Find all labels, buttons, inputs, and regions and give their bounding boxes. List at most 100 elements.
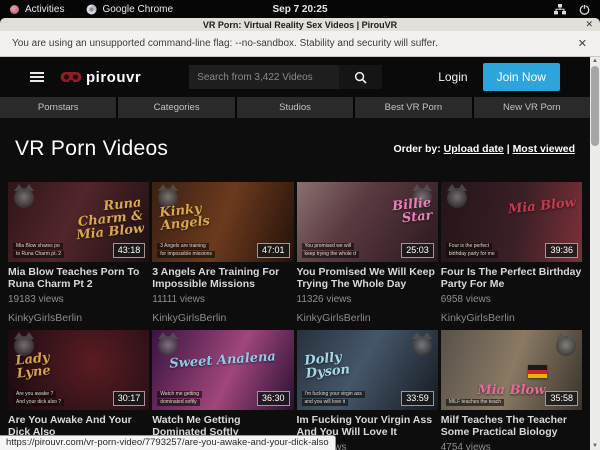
login-link[interactable]: Login [438, 70, 467, 84]
vr-headset-icon [60, 71, 82, 84]
studio-cat-logo-icon [158, 336, 178, 356]
video-views: 11111 views [152, 294, 293, 305]
search-button[interactable] [339, 65, 382, 89]
scrollbar-thumb[interactable] [591, 66, 599, 146]
clock[interactable]: Sep 7 20:25 [0, 4, 600, 15]
video-studio-link[interactable]: KinkyGirlsBerlin [297, 312, 438, 324]
duration-badge: 43:18 [113, 243, 146, 258]
german-flag-icon [528, 365, 547, 378]
video-thumbnail[interactable]: Dolly Dyson I'm fucking your virgin ass … [297, 330, 438, 410]
join-now-button[interactable]: Join Now [483, 63, 560, 91]
thumbnail-captions: Watch me getting dominated softly [157, 391, 202, 406]
thumbnail-overlay-name: Lady Lyne [15, 347, 89, 380]
thumbnail-captions: Four is the perfect birthday party for m… [446, 243, 498, 258]
order-by-label: Order by: [393, 143, 440, 155]
main-nav: Pornstars Categories Studios Best VR Por… [0, 97, 590, 118]
duration-badge: 36:30 [257, 391, 290, 406]
order-by: Order by: Upload date | Most viewed [393, 143, 575, 155]
video-views: 11326 views [297, 294, 438, 305]
duration-badge: 30:17 [113, 391, 146, 406]
site-header: pirouvr Login Join Now [0, 57, 590, 97]
browser-tab-bar: VR Porn: Virtual Reality Sex Videos | Pi… [0, 18, 600, 31]
video-title-link[interactable]: You Promised We Will Keep Trying The Who… [297, 266, 438, 290]
gnome-top-bar: Activities Google Chrome Sep 7 20:25 [0, 0, 600, 18]
title-row: VR Porn Videos Order by: Upload date | M… [0, 118, 590, 180]
infobar-close-icon[interactable]: ✕ [578, 37, 600, 50]
thumbnail-captions: MILF teaches the teach [446, 399, 504, 406]
page-scrollbar[interactable]: ▲ ▼ [590, 57, 600, 450]
thumbnail-overlay-name: Runa Charm & Mia Blow [69, 196, 145, 242]
order-link-most-viewed[interactable]: Most viewed [513, 143, 575, 155]
chrome-infobar: You are using an unsupported command-lin… [0, 31, 600, 57]
duration-badge: 35:58 [545, 391, 578, 406]
scroll-down-icon[interactable]: ▼ [592, 442, 598, 450]
search-icon [354, 71, 367, 84]
search-input[interactable] [189, 65, 339, 89]
video-thumbnail[interactable]: Lady Lyne Are you awake ? And your dick … [8, 330, 149, 410]
link-status-bar: https://pirouvr.com/vr-porn-video/779325… [0, 435, 336, 450]
duration-badge: 39:36 [545, 243, 578, 258]
nav-item-best-vr-porn[interactable]: Best VR Porn [355, 97, 471, 118]
site-logo[interactable]: pirouvr [60, 69, 141, 86]
thumbnail-captions: I'm fucking your virgin ass and you will… [302, 391, 365, 406]
video-thumbnail[interactable]: Kinky Angels 3 Angels are training for i… [152, 182, 293, 262]
studio-cat-logo-icon [412, 336, 432, 356]
video-thumbnail[interactable]: Sweet Analena Watch me getting dominated… [152, 330, 293, 410]
thumbnail-overlay-name: Billie Star [359, 196, 433, 229]
scroll-up-icon[interactable]: ▲ [592, 57, 598, 65]
video-views: 19183 views [8, 294, 149, 305]
video-views: 4754 views [441, 442, 582, 450]
video-title-link[interactable]: Milf Teaches The Teacher Some Practical … [441, 414, 582, 438]
order-separator: | [507, 143, 510, 155]
infobar-message: You are using an unsupported command-lin… [0, 38, 438, 49]
video-grid: Runa Charm & Mia Blow Mia Blow shares po… [0, 180, 590, 450]
logo-text: pirouvr [86, 69, 141, 86]
nav-item-new-vr-porn[interactable]: New VR Porn [474, 97, 590, 118]
nav-item-studios[interactable]: Studios [237, 97, 353, 118]
nav-item-pornstars[interactable]: Pornstars [0, 97, 116, 118]
video-thumbnail[interactable]: Runa Charm & Mia Blow Mia Blow shares po… [8, 182, 149, 262]
video-card: Kinky Angels 3 Angels are training for i… [152, 182, 293, 324]
thumbnail-captions: You promised we will keep trying the who… [302, 243, 359, 258]
thumbnail-captions: Are you awake ? And your dick also ? [13, 391, 64, 406]
video-studio-link[interactable]: KinkyGirlsBerlin [8, 312, 149, 324]
order-link-upload-date[interactable]: Upload date [444, 143, 504, 155]
video-views: 6958 views [441, 294, 582, 305]
tab-title: VR Porn: Virtual Reality Sex Videos | Pi… [0, 20, 600, 30]
page-viewport: pirouvr Login Join Now Pornstars Categor… [0, 57, 590, 450]
desktop-screen: Activities Google Chrome Sep 7 20:25 [0, 0, 600, 450]
duration-badge: 25:03 [401, 243, 434, 258]
thumbnail-overlay-name: Mia Blow [504, 196, 577, 216]
video-thumbnail[interactable]: Mia Blow MILF teaches the teach 35:58 [441, 330, 582, 410]
hamburger-menu-icon[interactable] [30, 70, 44, 84]
video-card: Runa Charm & Mia Blow Mia Blow shares po… [8, 182, 149, 324]
video-card: Billie Star You promised we will keep tr… [297, 182, 438, 324]
video-thumbnail[interactable]: Billie Star You promised we will keep tr… [297, 182, 438, 262]
video-card: Mia Blow Four is the perfect birthday pa… [441, 182, 582, 324]
tab-close-icon[interactable]: ✕ [585, 19, 600, 30]
nav-item-categories[interactable]: Categories [118, 97, 234, 118]
page-title: VR Porn Videos [15, 137, 168, 161]
video-card: Mia Blow MILF teaches the teach 35:58 Mi… [441, 330, 582, 450]
video-title-link[interactable]: Mia Blow Teaches Porn To Runa Charm Pt 2 [8, 266, 149, 290]
studio-cat-logo-icon [14, 188, 34, 208]
video-card: Dolly Dyson I'm fucking your virgin ass … [297, 330, 438, 450]
duration-badge: 33:59 [401, 391, 434, 406]
video-card: Lady Lyne Are you awake ? And your dick … [8, 330, 149, 450]
thumbnail-captions: 3 Angels are training for impossible mis… [157, 243, 215, 258]
video-title-link[interactable]: 3 Angels Are Training For Impossible Mis… [152, 266, 293, 290]
studio-cat-logo-icon [556, 336, 576, 356]
video-card: Sweet Analena Watch me getting dominated… [152, 330, 293, 450]
power-icon[interactable] [579, 4, 590, 15]
thumbnail-overlay-name: Kinky Angels [159, 199, 233, 232]
network-icon[interactable] [554, 4, 566, 15]
duration-badge: 47:01 [257, 243, 290, 258]
video-thumbnail[interactable]: Mia Blow Four is the perfect birthday pa… [441, 182, 582, 262]
thumbnail-captions: Mia Blow shares po to Runa Charm pt. 2 [13, 243, 64, 258]
video-title-link[interactable]: Four Is The Perfect Birthday Party For M… [441, 266, 582, 290]
search-group [189, 65, 382, 89]
video-studio-link[interactable]: KinkyGirlsBerlin [441, 312, 582, 324]
studio-cat-logo-icon [447, 188, 467, 208]
video-studio-link[interactable]: KinkyGirlsBerlin [152, 312, 293, 324]
thumbnail-overlay-name: Dolly Dyson [303, 347, 377, 380]
